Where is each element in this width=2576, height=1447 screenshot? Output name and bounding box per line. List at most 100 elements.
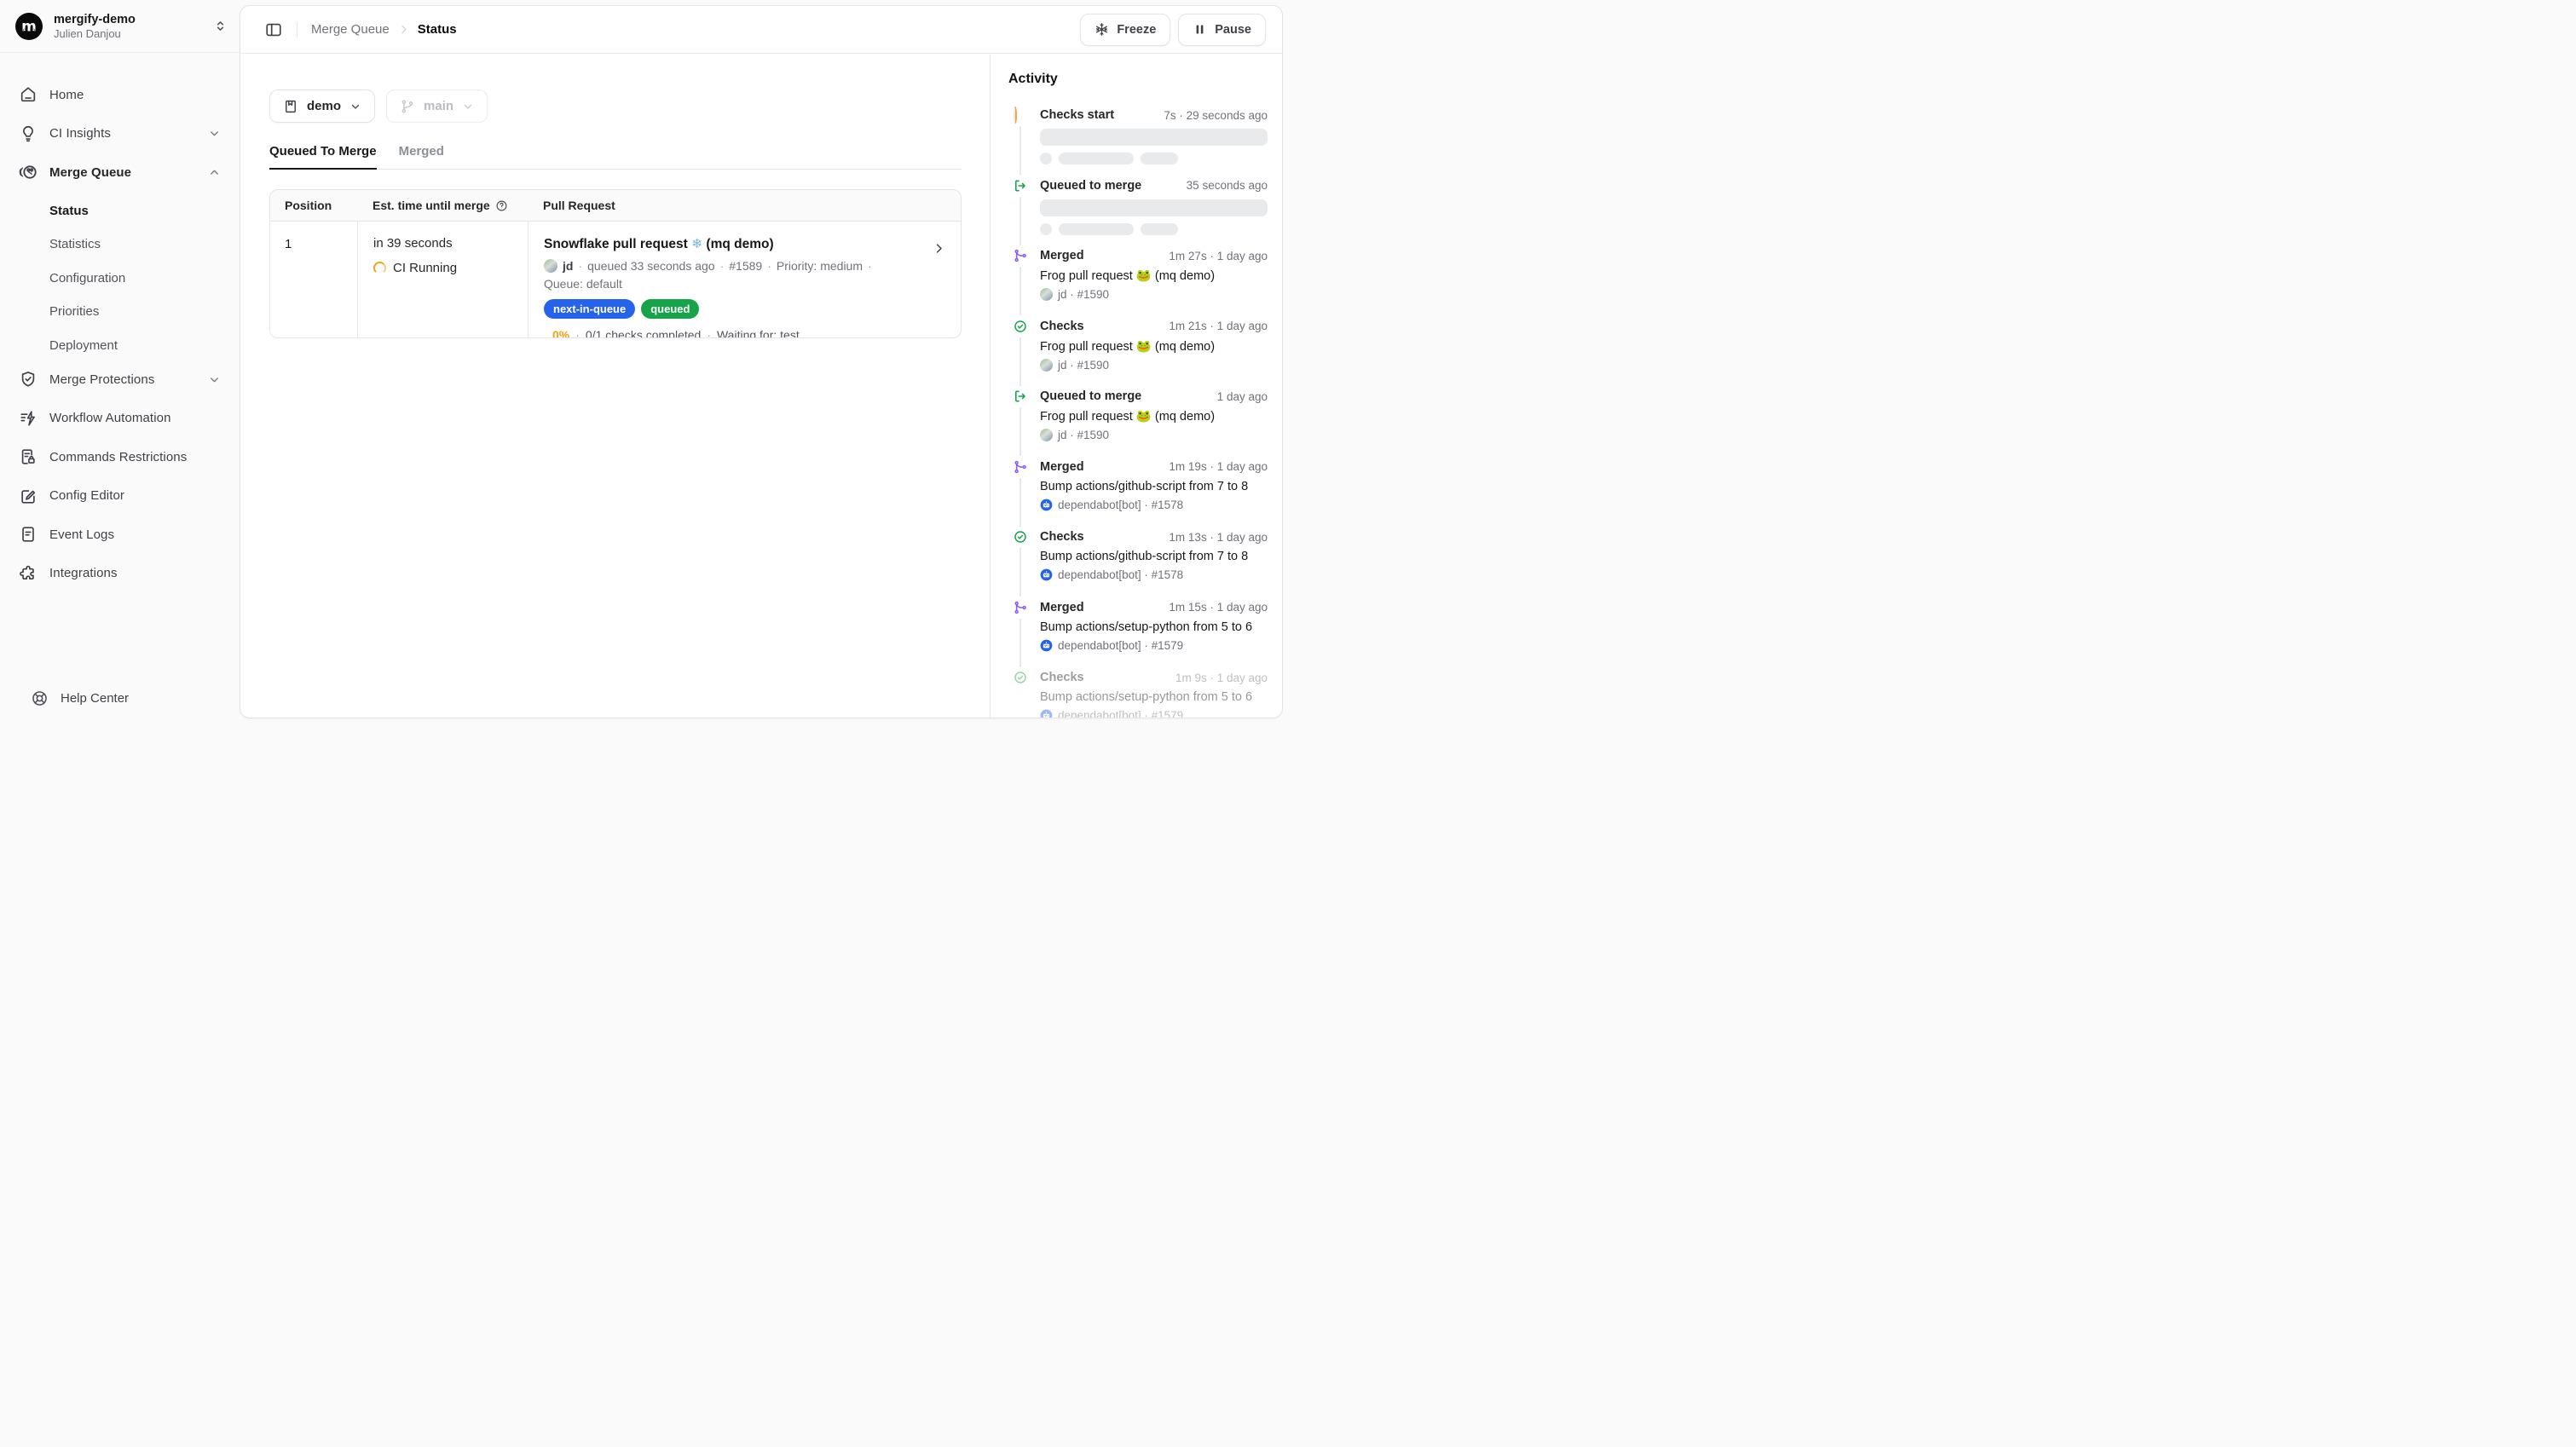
author-and-number: dependabot[bot] · #1578 bbox=[1058, 499, 1183, 511]
sidebar-nav: Home CI Insights Merge Queue StatusStatisti… bbox=[0, 53, 240, 591]
sidebar-item-label: Integrations bbox=[49, 566, 118, 580]
sidebar-item-help-center[interactable]: Help Center bbox=[0, 681, 240, 715]
queue-table: Position Est. time until merge Pull Requ… bbox=[269, 189, 962, 338]
checks-icon bbox=[1014, 530, 1027, 544]
branch-select-value: main bbox=[424, 99, 453, 113]
ci-insights-icon bbox=[19, 124, 38, 143]
activity-title: Activity bbox=[1008, 72, 1282, 87]
help-circle-icon[interactable] bbox=[495, 199, 508, 212]
life-buoy-icon bbox=[31, 689, 49, 707]
author-and-number: dependabot[bot] · #1578 bbox=[1058, 568, 1183, 581]
merged-icon bbox=[1014, 249, 1027, 262]
activity-item-checks-6[interactable]: Checks1m 13s · 1 day agoBump actions/git… bbox=[1014, 530, 1268, 598]
col-est-time: Est. time until merge bbox=[373, 199, 490, 212]
checks-completed: 0/1 checks completed bbox=[586, 328, 701, 338]
sidebar-item-config-editor[interactable]: Config Editor bbox=[0, 479, 240, 513]
sidebar-subitem-deployment[interactable]: Deployment bbox=[0, 329, 240, 363]
row-chevron-right-icon[interactable] bbox=[933, 242, 945, 255]
sidebar-subitem-statistics[interactable]: Statistics bbox=[0, 228, 240, 262]
author-and-number: jd · #1590 bbox=[1058, 359, 1109, 372]
activity-time: 1m 19s · 1 day ago bbox=[1169, 460, 1268, 473]
label-queued: queued bbox=[641, 299, 699, 319]
col-pull-request: Pull Request bbox=[528, 199, 961, 212]
activity-pr-author: dependabot[bot] · #1578 bbox=[1040, 568, 1268, 581]
activity-time: 1m 15s · 1 day ago bbox=[1169, 601, 1268, 614]
breadcrumb-merge-queue[interactable]: Merge Queue bbox=[311, 22, 390, 37]
queue-row[interactable]: 1 in 39 seconds CI Running Snowflake pul… bbox=[270, 222, 961, 337]
activity-item-merged-5[interactable]: Merged1m 19s · 1 day agoBump actions/git… bbox=[1014, 460, 1268, 528]
sidebar-item-merge-queue[interactable]: Merge Queue bbox=[0, 155, 240, 189]
sidebar-item-event-logs[interactable]: Event Logs bbox=[0, 517, 240, 551]
activity-item-checks-8[interactable]: Checks1m 9s · 1 day agoBump actions/setu… bbox=[1014, 671, 1268, 718]
pause-label: Pause bbox=[1215, 23, 1251, 37]
activity-pr-title: Frog pull request 🐸 (mq demo) bbox=[1040, 268, 1268, 283]
row-position: 1 bbox=[270, 222, 357, 337]
sidebar-item-workflow-automation[interactable]: Workflow Automation bbox=[0, 401, 240, 435]
frog-emoji: 🐸 bbox=[1136, 269, 1152, 283]
sidebar-toggle-icon[interactable] bbox=[264, 20, 283, 39]
sidebar-item-label: Config Editor bbox=[49, 488, 124, 503]
sidebar-item-label: CI Insights bbox=[49, 126, 111, 141]
checks-icon bbox=[1014, 320, 1027, 333]
row-est-time: in 39 seconds bbox=[373, 236, 528, 251]
tab-queued-to-merge[interactable]: Queued To Merge bbox=[269, 144, 377, 170]
queue-tabs: Queued To Merge Merged bbox=[269, 144, 962, 170]
activity-pr-author: jd · #1590 bbox=[1040, 288, 1268, 301]
svg-text:m: m bbox=[21, 18, 37, 35]
activity-item-checks-start-0[interactable]: Checks start7s · 29 seconds ago bbox=[1014, 108, 1268, 176]
activity-label: Merged bbox=[1040, 249, 1084, 262]
sidebar-subitem-priorities[interactable]: Priorities bbox=[0, 295, 240, 329]
activity-item-queued-to-merge-4[interactable]: Queued to merge1 day agoFrog pull reques… bbox=[1014, 389, 1268, 458]
freeze-button[interactable]: Freeze bbox=[1080, 14, 1170, 46]
branch-select[interactable]: main bbox=[386, 89, 488, 123]
sidebar-subitem-status[interactable]: Status bbox=[0, 194, 240, 228]
activity-pr-title: Bump actions/setup-python from 5 to 6 bbox=[1040, 620, 1268, 634]
activity-pr-author: dependabot[bot] · #1579 bbox=[1040, 639, 1268, 652]
activity-label: Checks bbox=[1040, 671, 1084, 684]
tab-merged[interactable]: Merged bbox=[399, 144, 444, 170]
activity-item-merged-2[interactable]: Merged 1m 27s · 1 day ago Frog pull reques… bbox=[1014, 249, 1268, 317]
sidebar-item-merge-protections[interactable]: Merge Protections bbox=[0, 362, 240, 396]
activity-pr-author: dependabot[bot] · #1579 bbox=[1040, 709, 1268, 718]
home-icon bbox=[19, 85, 38, 104]
sidebar-item-ci-insights[interactable]: CI Insights bbox=[0, 117, 240, 151]
org-owner: Julien Danjou bbox=[54, 27, 202, 41]
chevron-down-icon bbox=[349, 101, 361, 112]
activity-panel: Activity Checks start7s · 29 seconds ago… bbox=[990, 55, 1282, 718]
puzzle-icon bbox=[19, 564, 38, 583]
label-next-in-queue: next-in-queue bbox=[544, 299, 635, 319]
sidebar-item-commands-restrictions[interactable]: Commands Restrictions bbox=[0, 440, 240, 474]
chevron-right-icon bbox=[397, 23, 410, 36]
chevron-down-icon bbox=[208, 127, 221, 140]
activity-item-queued-to-merge-1[interactable]: Queued to merge35 seconds ago bbox=[1014, 179, 1268, 247]
author-and-number: jd · #1590 bbox=[1058, 429, 1109, 441]
sidebar-item-label: Commands Restrictions bbox=[49, 450, 187, 464]
dependabot-icon bbox=[1040, 639, 1053, 652]
activity-time: 35 seconds ago bbox=[1187, 179, 1268, 192]
git-branch-icon bbox=[400, 99, 415, 114]
pr-title: Snowflake pull request ❄ (mq demo) bbox=[544, 236, 961, 252]
activity-time: 1m 13s · 1 day ago bbox=[1169, 531, 1268, 544]
pr-number: #1589 bbox=[729, 259, 762, 273]
activity-pr-author: jd · #1590 bbox=[1040, 429, 1268, 441]
pause-button[interactable]: Pause bbox=[1178, 14, 1266, 46]
timeline-connector bbox=[1019, 548, 1021, 597]
activity-item-merged-7[interactable]: Merged1m 15s · 1 day agoBump actions/set… bbox=[1014, 601, 1268, 669]
ci-status-label: CI Running bbox=[393, 261, 457, 275]
timeline-connector bbox=[1019, 126, 1021, 175]
repo-select[interactable]: demo bbox=[269, 89, 375, 123]
sidebar-subitem-configuration[interactable]: Configuration bbox=[0, 262, 240, 296]
repo-select-value: demo bbox=[307, 99, 341, 113]
col-position: Position bbox=[270, 199, 357, 212]
sidebar-item-home[interactable]: Home bbox=[0, 78, 240, 112]
ci-running-spinner-icon bbox=[373, 262, 386, 274]
pr-author: jd bbox=[563, 259, 573, 273]
activity-item-checks-3[interactable]: Checks1m 21s · 1 day agoFrog pull reques… bbox=[1014, 320, 1268, 388]
timeline-connector bbox=[1019, 619, 1021, 667]
sidebar-item-integrations[interactable]: Integrations bbox=[0, 556, 240, 591]
author-and-number: jd · #1590 bbox=[1058, 288, 1109, 301]
sidebar-item-label: Event Logs bbox=[49, 527, 114, 542]
doc-lock-icon bbox=[19, 447, 38, 466]
org-switcher[interactable]: m mergify-demo Julien Danjou bbox=[0, 0, 240, 53]
activity-time: 1m 27s · 1 day ago bbox=[1169, 250, 1268, 262]
